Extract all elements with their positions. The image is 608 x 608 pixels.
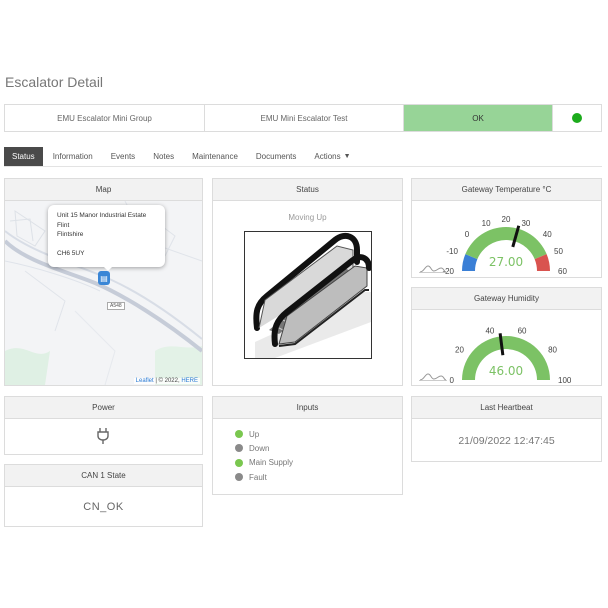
humidity-gauge-tick-label: 100 [558, 376, 572, 385]
tab-information[interactable]: Information [45, 147, 101, 166]
temperature-gauge-tick-label: -10 [446, 247, 458, 256]
list-item: Fault [235, 470, 293, 484]
can-state-value: CN_OK [83, 501, 124, 513]
tab-status[interactable]: Status [4, 147, 43, 166]
power-card-title: Power [5, 397, 202, 419]
tab-notes[interactable]: Notes [145, 147, 182, 166]
temperature-gauge-tick-label: 50 [554, 247, 563, 256]
temperature-card-title: Gateway Temperature °C [412, 179, 601, 201]
input-on-dot-icon [235, 430, 243, 439]
popup-address-line3: Flintshire [57, 231, 84, 238]
caret-down-icon: ▼ [343, 153, 351, 160]
humidity-gauge-tick-label: 0 [450, 376, 455, 385]
status-card-title: Status [213, 179, 402, 201]
status-card: Status Moving Up [212, 178, 403, 386]
humidity-card-title: Gateway Humidity [412, 288, 601, 310]
map-card-title: Map [5, 179, 202, 201]
list-item: Up [235, 427, 293, 441]
map-popup: Unit 15 Manor Industrial Estate Flint Fl… [48, 205, 165, 267]
humidity-sparkline-icon[interactable] [419, 371, 447, 381]
input-label: Down [249, 443, 270, 453]
input-off-dot-icon [235, 473, 243, 482]
inputs-card: Inputs Up Down Main Supply Fault [212, 396, 403, 495]
temperature-sparkline-icon[interactable] [419, 263, 447, 273]
tab-maintenance[interactable]: Maintenance [184, 147, 246, 166]
tab-events[interactable]: Events [103, 147, 143, 166]
heartbeat-card-title: Last Heartbeat [412, 397, 601, 419]
escalator-name-label: EMU Mini Escalator Test [205, 105, 404, 131]
temperature-gauge-tick-label: 20 [502, 215, 511, 224]
popup-address-line2: Flint [57, 221, 70, 229]
escalator-status-text: Moving Up [288, 213, 327, 222]
leaflet-link[interactable]: Leaflet [136, 378, 154, 384]
tab-documents[interactable]: Documents [248, 147, 304, 166]
list-item: Main Supply [235, 456, 293, 470]
page-title: Escalator Detail [5, 74, 104, 90]
humidity-gauge-tick-label: 40 [485, 327, 494, 336]
temperature-gauge-tick-label: 30 [521, 219, 530, 228]
temperature-gauge-tick-label: 0 [465, 230, 470, 239]
temperature-gauge-tick-label: 40 [543, 230, 552, 239]
attribution-text: | © 2022, [153, 378, 182, 384]
input-off-dot-icon [235, 444, 243, 453]
humidity-gauge-tick-label: 80 [548, 345, 557, 354]
list-item: Down [235, 441, 293, 455]
can-card-title: CAN 1 State [5, 465, 202, 487]
status-badge: OK [404, 105, 553, 131]
escalator-marker-icon[interactable]: ▤ [98, 271, 110, 285]
input-label: Up [249, 429, 260, 439]
popup-postcode: CH6 5UY [57, 249, 85, 257]
plug-icon [97, 428, 109, 444]
temperature-gauge-tick-label: 10 [482, 219, 491, 228]
humidity-gauge-tick-label: 20 [455, 345, 464, 354]
here-link[interactable]: HERE [181, 378, 198, 384]
map-view[interactable]: Unit 15 Manor Industrial Estate Flint Fl… [5, 201, 202, 385]
inputs-list: Up Down Main Supply Fault [235, 427, 293, 484]
popup-address-line1: Unit 15 Manor Industrial Estate [57, 212, 147, 219]
temperature-gauge-tick-label: 60 [558, 267, 567, 276]
escalator-group-label: EMU Escalator Mini Group [5, 105, 205, 131]
input-on-dot-icon [235, 458, 243, 467]
can-card: CAN 1 State CN_OK [4, 464, 203, 527]
road-label: A548 [107, 302, 125, 310]
map-attribution: Leaflet | © 2022, HERE [133, 378, 200, 384]
inputs-card-title: Inputs [213, 397, 402, 419]
input-label: Main Supply [249, 458, 294, 468]
status-indicator [553, 105, 601, 131]
tab-bar: Status Information Events Notes Maintena… [4, 147, 602, 167]
tab-actions-label: Actions [314, 152, 341, 161]
escalator-illustration [244, 231, 372, 359]
humidity-gauge-tick-label: 60 [518, 327, 527, 336]
status-dot-icon [572, 113, 582, 123]
map-card: Map Unit 15 Manor Industrial Estate Flin… [4, 178, 203, 386]
power-card: Power [4, 396, 203, 455]
heartbeat-card: Last Heartbeat 21/09/2022 12:47:45 [411, 396, 602, 462]
humidity-card: Gateway Humidity 0 20 40 60 80 100 46.00 [411, 287, 602, 386]
summary-bar: EMU Escalator Mini Group EMU Mini Escala… [4, 104, 602, 132]
temperature-gauge-value: 27.00 [489, 255, 523, 269]
tab-actions[interactable]: Actions ▼ [306, 147, 358, 166]
heartbeat-value: 21/09/2022 12:47:45 [458, 435, 555, 447]
humidity-gauge-value: 46.00 [489, 364, 523, 378]
input-label: Fault [249, 472, 267, 482]
temperature-card: Gateway Temperature °C -20 -10 0 10 20 30 40 50… [411, 178, 602, 278]
